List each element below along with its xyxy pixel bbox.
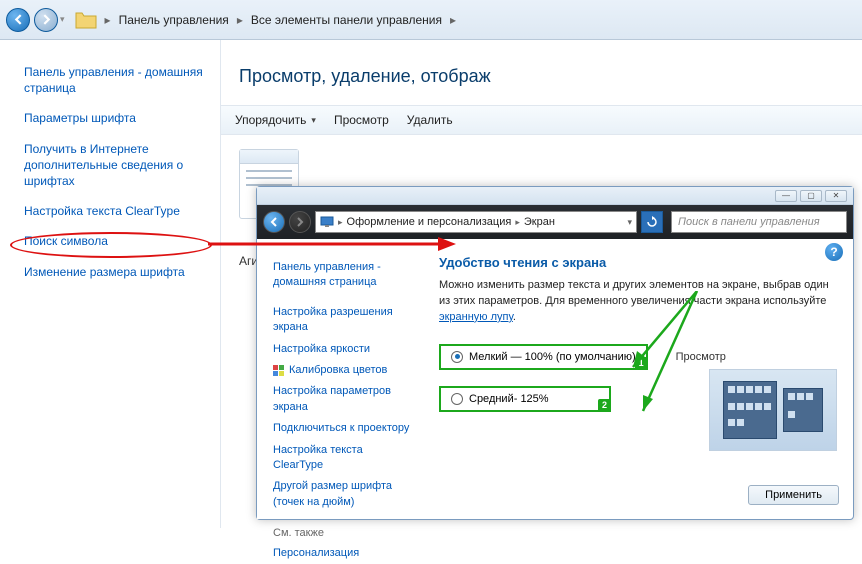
maximize-button[interactable]: ▢ bbox=[800, 190, 822, 202]
minimize-button[interactable]: — bbox=[775, 190, 797, 202]
breadcrumb-control-panel[interactable]: Панель управления bbox=[115, 11, 233, 29]
win2-sidebar: Панель управления - домашняя страница На… bbox=[257, 239, 425, 519]
preview-window-icon bbox=[783, 388, 823, 432]
breadcrumb: ▸ Панель управления ▸ Все элементы панел… bbox=[105, 11, 456, 29]
radio-small-label: Мелкий — 100% (по умолчанию) bbox=[469, 351, 636, 363]
chevron-down-icon[interactable]: ▾ bbox=[627, 217, 632, 228]
radio-icon bbox=[451, 351, 463, 363]
main-toolbar: Упорядочить Просмотр Удалить bbox=[221, 105, 862, 135]
window-titlebar: — ▢ ✕ bbox=[257, 187, 853, 205]
win2-nav-forward[interactable] bbox=[289, 211, 311, 233]
radio-icon bbox=[451, 393, 463, 405]
radio-medium-label: Средний- 125% bbox=[469, 393, 549, 405]
search-input[interactable]: Поиск в панели управления bbox=[671, 211, 847, 233]
window-toolbar: ▸ Оформление и персонализация ▸ Экран ▾ … bbox=[257, 205, 853, 239]
radio-medium-125[interactable]: Средний- 125% 2 bbox=[439, 386, 611, 412]
close-button[interactable]: ✕ bbox=[825, 190, 847, 202]
left-sidebar: Панель управления - домашняя страница Па… bbox=[0, 40, 220, 528]
preview-window-icon bbox=[723, 381, 777, 439]
desc-post: . bbox=[513, 311, 516, 323]
chevron-right-icon: ▸ bbox=[105, 13, 111, 27]
folder-icon bbox=[75, 10, 97, 30]
reload-button[interactable] bbox=[641, 211, 663, 233]
nav-back-button[interactable] bbox=[6, 8, 30, 32]
nav-history-chevron-icon[interactable]: ▾ bbox=[60, 14, 65, 25]
addr-page[interactable]: Экран bbox=[524, 216, 555, 228]
toolbar-organize[interactable]: Упорядочить bbox=[235, 113, 316, 127]
sidebar-item-cleartype[interactable]: Настройка текста ClearType bbox=[24, 203, 206, 219]
win2-sidebar-resolution[interactable]: Настройка разрешения экрана bbox=[273, 302, 415, 339]
sidebar-home[interactable]: Панель управления - домашняя страница bbox=[24, 64, 206, 96]
monitor-icon bbox=[320, 215, 334, 229]
win2-sidebar-projector[interactable]: Подключиться к проектору bbox=[273, 418, 415, 439]
win2-sidebar-calibrate[interactable]: Калибровка цветов bbox=[273, 360, 415, 381]
search-placeholder: Поиск в панели управления bbox=[678, 216, 820, 228]
breadcrumb-all-items[interactable]: Все элементы панели управления bbox=[247, 11, 446, 29]
top-toolbar: ▾ ▸ Панель управления ▸ Все элементы пан… bbox=[0, 0, 862, 40]
see-also-label: См. также bbox=[273, 527, 415, 539]
sidebar-item-online-fonts[interactable]: Получить в Интернете дополнительные свед… bbox=[24, 141, 206, 190]
win2-sidebar-home[interactable]: Панель управления - домашняя страница bbox=[273, 257, 415, 294]
addr-category[interactable]: Оформление и персонализация bbox=[347, 216, 512, 228]
chevron-right-icon: ▸ bbox=[450, 13, 456, 27]
magnifier-link[interactable]: экранную лупу bbox=[439, 311, 513, 323]
color-swatch-icon bbox=[273, 365, 284, 376]
win2-sidebar-params[interactable]: Настройка параметров экрана bbox=[273, 381, 415, 418]
toolbar-delete[interactable]: Удалить bbox=[407, 113, 453, 127]
address-bar[interactable]: ▸ Оформление и персонализация ▸ Экран ▾ bbox=[315, 211, 637, 233]
win2-nav-back[interactable] bbox=[263, 211, 285, 233]
toolbar-view[interactable]: Просмотр bbox=[334, 113, 389, 127]
preview-pane bbox=[709, 369, 837, 451]
chevron-right-icon: ▸ bbox=[237, 13, 243, 27]
display-settings-window: — ▢ ✕ ▸ Оформление и персонализация ▸ Эк… bbox=[256, 186, 854, 520]
step-marker-1: 1 bbox=[635, 357, 648, 370]
win2-sidebar-dpi[interactable]: Другой размер шрифта (точек на дюйм) bbox=[273, 476, 415, 513]
content-heading: Удобство чтения с экрана bbox=[439, 255, 839, 270]
desc-text: Можно изменить размер текста и других эл… bbox=[439, 279, 829, 307]
main-heading: Просмотр, удаление, отображ bbox=[239, 66, 862, 87]
nav-forward-button[interactable] bbox=[34, 8, 58, 32]
preview-label: Просмотр bbox=[676, 351, 726, 363]
win2-sidebar-calibrate-label: Калибровка цветов bbox=[289, 363, 387, 378]
sidebar-item-font-size[interactable]: Изменение размера шрифта bbox=[24, 264, 206, 280]
win2-sidebar-brightness[interactable]: Настройка яркости bbox=[273, 339, 415, 360]
sidebar-item-charmap[interactable]: Поиск символа bbox=[24, 233, 206, 249]
radio-small-100[interactable]: Мелкий — 100% (по умолчанию) 1 bbox=[439, 344, 648, 370]
sidebar-item-font-params[interactable]: Параметры шрифта bbox=[24, 110, 206, 126]
win2-main: Удобство чтения с экрана Можно изменить … bbox=[425, 239, 853, 519]
win2-sidebar-cleartype[interactable]: Настройка текста ClearType bbox=[273, 440, 415, 477]
apply-button[interactable]: Применить bbox=[748, 485, 839, 505]
content-description: Можно изменить размер текста и других эл… bbox=[439, 278, 839, 326]
step-marker-2: 2 bbox=[598, 399, 611, 412]
win2-sidebar-personalize[interactable]: Персонализация bbox=[273, 543, 415, 564]
